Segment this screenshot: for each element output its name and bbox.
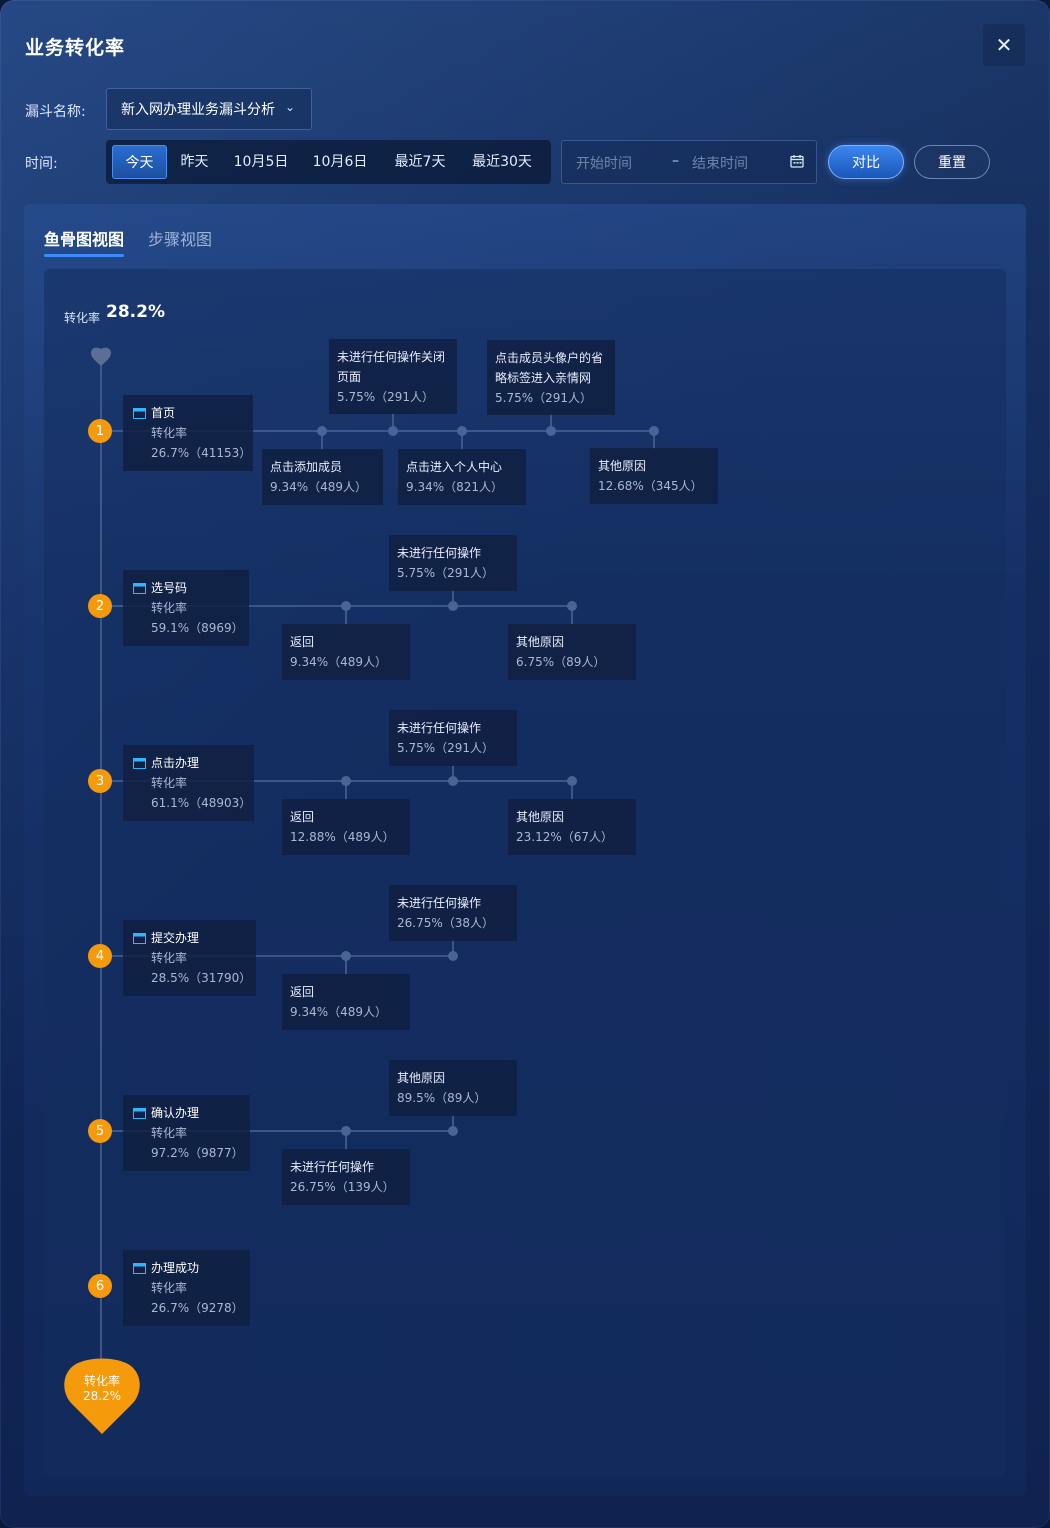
branch-name: 点击成员头像户的省略标签进入亲情网 [495, 351, 604, 385]
step-name: 提交办理 [151, 931, 200, 945]
branch-value: 9.34%（821人） [406, 480, 504, 494]
page-icon [133, 582, 146, 594]
step-rate-value: 26.7%（41153） [151, 446, 252, 460]
step-badge: 5 [88, 1119, 112, 1143]
end-pin-value: 28.2% [82, 1389, 122, 1403]
step-node-home[interactable]: 首页 转化率 26.7%（41153） [123, 395, 253, 471]
step-rate-label: 转化率 [151, 951, 188, 965]
branch-value: 9.34%（489人） [290, 1005, 388, 1019]
branch-name: 返回 [290, 810, 315, 824]
branch-value: 6.75%（89人） [516, 655, 606, 669]
step-node-click-handle[interactable]: 点击办理 转化率 61.1%（48903） [123, 745, 254, 821]
step-node-submit[interactable]: 提交办理 转化率 28.5%（31790） [123, 920, 256, 996]
step-rate-label: 转化率 [151, 601, 188, 615]
branch-name: 其他原因 [516, 635, 565, 649]
branch-name: 未进行任何操作 [290, 1160, 375, 1174]
branch-value: 9.34%（489人） [270, 480, 368, 494]
branch-value: 9.34%（489人） [290, 655, 388, 669]
branch-name: 未进行任何操作 [397, 896, 482, 910]
branch-name: 点击添加成员 [270, 460, 343, 474]
branch-name: 其他原因 [598, 459, 647, 473]
step-rate-value: 61.1%（48903） [151, 796, 252, 810]
step-rate-value: 26.7%（9278） [151, 1301, 244, 1315]
step-rate-label: 转化率 [151, 1126, 188, 1140]
step-rate-label: 转化率 [151, 426, 188, 440]
branch-node[interactable]: 未进行任何操作 5.75%（291人） [389, 710, 517, 766]
end-pin-text: 转化率 28.2% [64, 1374, 140, 1404]
step-rate-value: 59.1%（8969） [151, 621, 244, 635]
step-name: 办理成功 [151, 1261, 200, 1275]
branch-value: 12.88%（489人） [290, 830, 395, 844]
branch-value: 23.12%（67人） [516, 830, 614, 844]
branch-node[interactable]: 返回 9.34%（489人） [282, 974, 410, 1030]
branch-node[interactable]: 返回 12.88%（489人） [282, 799, 410, 855]
branch-value: 26.75%（139人） [290, 1180, 395, 1194]
step-name: 点击办理 [151, 756, 200, 770]
step-badge: 6 [88, 1274, 112, 1298]
branch-name: 点击进入个人中心 [406, 460, 503, 474]
conversion-modal: 业务转化率 ✕ 漏斗名称: 新入网办理业务漏斗分析 ⌄ 时间: 今天 昨天 10… [0, 0, 1050, 1528]
step-badge: 3 [88, 769, 112, 793]
step-node-success[interactable]: 办理成功 转化率 26.7%（9278） [123, 1250, 250, 1326]
branch-value: 26.75%（38人） [397, 916, 495, 930]
branch-node[interactable]: 其他原因 12.68%（345人） [590, 448, 718, 504]
step-rate-value: 28.5%（31790） [151, 971, 252, 985]
branch-node[interactable]: 未进行任何操作 5.75%（291人） [389, 535, 517, 591]
branch-name: 未进行任何操作 [397, 546, 482, 560]
branch-node[interactable]: 其他原因 89.5%（89人） [389, 1060, 517, 1116]
branch-name: 返回 [290, 985, 315, 999]
page-icon [133, 407, 146, 419]
branch-node[interactable]: 点击成员头像户的省略标签进入亲情网 5.75%（291人） [487, 340, 615, 415]
page-icon [133, 932, 146, 944]
branch-name: 未进行任何操作 [397, 721, 482, 735]
branch-name: 其他原因 [516, 810, 565, 824]
branch-value: 5.75%（291人） [495, 391, 593, 405]
branch-node[interactable]: 其他原因 23.12%（67人） [508, 799, 636, 855]
step-name: 选号码 [151, 581, 188, 595]
step-name: 确认办理 [151, 1106, 200, 1120]
page-icon [133, 757, 146, 769]
step-badge: 2 [88, 594, 112, 618]
step-rate-label: 转化率 [151, 1281, 188, 1295]
branch-node[interactable]: 返回 9.34%（489人） [282, 624, 410, 680]
step-node-confirm[interactable]: 确认办理 转化率 97.2%（9877） [123, 1095, 250, 1171]
branch-name: 返回 [290, 635, 315, 649]
branch-value: 5.75%（291人） [337, 390, 435, 404]
branch-value: 5.75%（291人） [397, 741, 495, 755]
step-badge: 4 [88, 944, 112, 968]
branch-node[interactable]: 点击添加成员 9.34%（489人） [262, 449, 383, 505]
step-badge: 1 [88, 419, 112, 443]
step-node-select-number[interactable]: 选号码 转化率 59.1%（8969） [123, 570, 249, 646]
branch-value: 5.75%（291人） [397, 566, 495, 580]
branch-value: 12.68%（345人） [598, 479, 703, 493]
branch-node[interactable]: 未进行任何操作 26.75%（139人） [282, 1149, 410, 1205]
branch-node[interactable]: 点击进入个人中心 9.34%（821人） [398, 449, 526, 505]
branch-value: 89.5%（89人） [397, 1091, 487, 1105]
page-icon [133, 1262, 146, 1274]
step-rate-value: 97.2%（9877） [151, 1146, 244, 1160]
step-rate-label: 转化率 [151, 776, 188, 790]
branch-name: 未进行任何操作关闭页面 [337, 350, 446, 384]
branch-node[interactable]: 未进行任何操作关闭页面 5.75%（291人） [329, 339, 457, 414]
page-icon [133, 1107, 146, 1119]
branch-node[interactable]: 未进行任何操作 26.75%（38人） [389, 885, 517, 941]
step-name: 首页 [151, 406, 176, 420]
branch-node[interactable]: 其他原因 6.75%（89人） [508, 624, 636, 680]
end-pin-label: 转化率 [83, 1374, 120, 1388]
branch-name: 其他原因 [397, 1071, 446, 1085]
